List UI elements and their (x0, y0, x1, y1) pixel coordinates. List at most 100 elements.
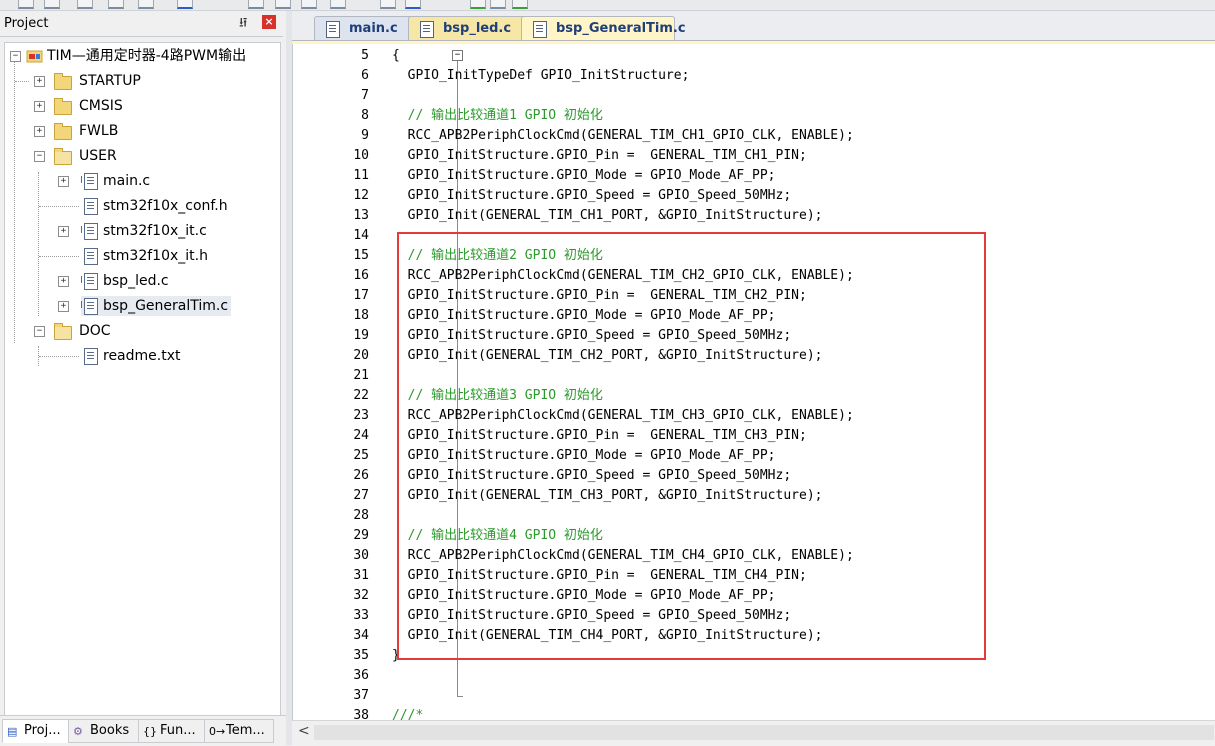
tab-label: main.c (349, 21, 398, 36)
close-panel-button[interactable]: × (262, 15, 276, 29)
tab-main-c[interactable]: main.c (314, 16, 422, 42)
tree-file-bsp-generaltim-c[interactable]: + bsp_GeneralTim.c (58, 296, 231, 316)
pin-icon[interactable]: ⭿ (239, 14, 247, 36)
line-number: 8 (361, 108, 369, 123)
target-icon (26, 50, 43, 63)
horizontal-scrollbar[interactable]: < (292, 720, 1215, 746)
folder-icon (54, 98, 72, 115)
code-line[interactable]: GPIO_InitStructure.GPIO_Mode = GPIO_Mode… (392, 166, 776, 186)
text-file-icon (84, 348, 98, 365)
line-number: 11 (353, 168, 369, 183)
toolbar-button[interactable] (490, 0, 506, 9)
toolbar-button[interactable] (138, 0, 154, 9)
scrollbar-track[interactable] (314, 725, 1214, 740)
toolbar-button[interactable] (301, 0, 317, 9)
line-number: 10 (353, 148, 369, 163)
tab-bsp-generaltim-c[interactable]: bsp_GeneralTim.c (521, 16, 686, 42)
expand-icon[interactable]: + (58, 276, 69, 287)
line-number: 25 (353, 448, 369, 463)
code-comment-line[interactable]: // 输出比较通道1 GPIO 初始化 (392, 106, 603, 126)
tab-bsp-led-c[interactable]: bsp_led.c (408, 16, 535, 42)
toolbar (0, 0, 1215, 11)
tree-file-label: readme.txt (103, 348, 181, 364)
tree-file-stm32f10x-conf-h[interactable]: stm32f10x_conf.h (9, 196, 269, 216)
expand-icon[interactable]: + (58, 176, 69, 187)
c-file-icon (420, 21, 434, 38)
tab-label: Tem... (226, 723, 265, 738)
tab-label: Books (90, 723, 130, 738)
expand-icon[interactable]: + (34, 76, 45, 87)
toolbar-button[interactable] (77, 0, 93, 9)
line-number: 36 (353, 668, 369, 683)
toolbar-button[interactable] (248, 0, 264, 9)
code-line[interactable]: GPIO_InitTypeDef GPIO_InitStructure; (392, 66, 690, 86)
code-line[interactable]: GPIO_Init(GENERAL_TIM_CH1_PORT, &GPIO_In… (392, 206, 823, 226)
tree-file-main-c[interactable]: + main.c (9, 171, 269, 191)
expand-icon[interactable]: + (34, 126, 45, 137)
tree-group-startup[interactable]: + STARTUP (9, 71, 269, 91)
tree-file-readme-txt[interactable]: readme.txt (9, 346, 269, 366)
line-number: 7 (361, 88, 369, 103)
line-number: 17 (353, 288, 369, 303)
expand-icon[interactable]: + (58, 301, 69, 312)
folder-icon (54, 73, 72, 90)
tree-file-label: bsp_led.c (103, 273, 169, 289)
line-number: 9 (361, 128, 369, 143)
line-number: 5 (361, 48, 369, 63)
line-number: 20 (353, 348, 369, 363)
project-panel: Project ⭿ × − TIM—通用定时器-4路PWM输出 + STARTU… (0, 11, 286, 746)
code-line[interactable]: GPIO_InitStructure.GPIO_Pin = GENERAL_TI… (392, 146, 807, 166)
tab-label: Fun... (160, 723, 196, 738)
highlight-box (397, 232, 986, 660)
tree-file-bsp-led-c[interactable]: + bsp_led.c (9, 271, 269, 291)
line-number: 31 (353, 568, 369, 583)
code-line[interactable]: { (392, 46, 400, 66)
c-file-icon (81, 273, 98, 290)
tree-group-label: USER (79, 148, 117, 164)
tab-books[interactable]: ⚙ Books (68, 719, 140, 743)
toolbar-button[interactable] (18, 0, 34, 9)
code-line[interactable]: GPIO_InitStructure.GPIO_Speed = GPIO_Spe… (392, 186, 792, 206)
line-number: 13 (353, 208, 369, 223)
tree-group-fwlb[interactable]: + FWLB (9, 121, 269, 141)
line-number: 27 (353, 488, 369, 503)
editor-tab-bar: main.c bsp_led.c bsp_GeneralTim.c (292, 11, 1215, 42)
tab-templates[interactable]: 0→Tem... (204, 719, 274, 743)
line-number: 32 (353, 588, 369, 603)
tree-file-stm32f10x-it-h[interactable]: stm32f10x_it.h (9, 246, 269, 266)
line-number: 15 (353, 248, 369, 263)
expand-icon[interactable]: + (34, 101, 45, 112)
project-icon: ▤ (7, 725, 18, 738)
c-file-icon (81, 223, 98, 240)
tree-group-label: FWLB (79, 123, 119, 139)
tab-label: Proj... (24, 723, 61, 738)
code-comment-line[interactable]: ///* (392, 706, 423, 720)
line-number: 29 (353, 528, 369, 543)
tree-group-doc[interactable]: − DOC (9, 321, 269, 341)
toolbar-button[interactable] (470, 0, 486, 9)
toolbar-button[interactable] (512, 0, 528, 9)
scroll-left-arrow-icon[interactable]: < (298, 723, 310, 739)
toolbar-button[interactable] (177, 0, 193, 9)
collapse-icon[interactable]: − (34, 326, 45, 337)
c-file-icon (81, 298, 98, 315)
tree-group-user[interactable]: − USER (9, 146, 269, 166)
toolbar-button[interactable] (380, 0, 396, 9)
tree-group-label: STARTUP (79, 73, 141, 89)
tree-group-cmsis[interactable]: + CMSIS (9, 96, 269, 116)
expand-icon[interactable]: + (58, 226, 69, 237)
toolbar-button[interactable] (405, 0, 421, 9)
collapse-icon[interactable]: − (34, 151, 45, 162)
tab-functions[interactable]: {} Fun... (138, 719, 206, 743)
collapse-icon[interactable]: − (10, 51, 21, 62)
tree-connector (39, 206, 79, 207)
tree-file-stm32f10x-it-c[interactable]: + stm32f10x_it.c (9, 221, 269, 241)
toolbar-button[interactable] (330, 0, 346, 9)
toolbar-button[interactable] (108, 0, 124, 9)
line-number: 21 (353, 368, 369, 383)
tab-project[interactable]: ▤ Proj... (2, 719, 70, 743)
code-line[interactable]: RCC_APB2PeriphClockCmd(GENERAL_TIM_CH1_G… (392, 126, 854, 146)
toolbar-button[interactable] (44, 0, 60, 9)
tree-group-label: DOC (79, 323, 111, 339)
toolbar-button[interactable] (275, 0, 291, 9)
